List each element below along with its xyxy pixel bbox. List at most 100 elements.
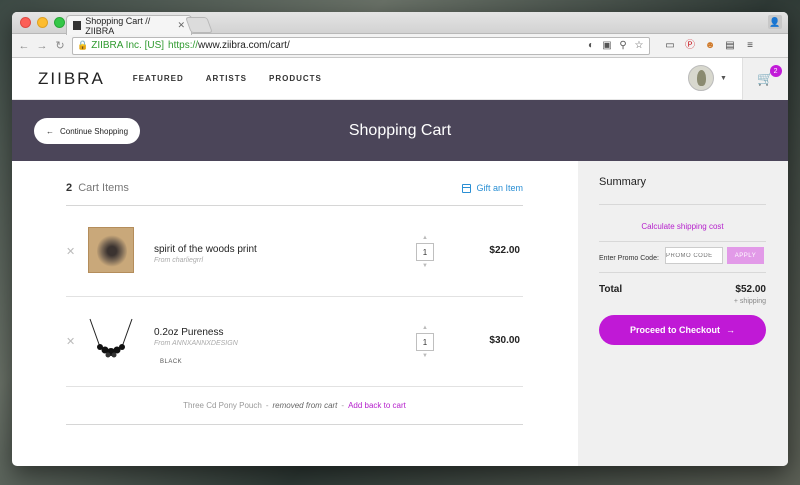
ev-certificate-label: ZIIBRA Inc. [US] — [91, 40, 165, 51]
lock-icon: 🔒 — [77, 40, 89, 50]
quantity-up-icon[interactable]: ▲ — [422, 234, 428, 242]
page-hero: ← Continue Shopping Shopping Cart — [12, 100, 788, 161]
url-path: www.ziibra.com/cart/ — [198, 40, 290, 51]
remove-item-icon[interactable]: ✕ — [66, 335, 75, 348]
item-variant: BLACK — [160, 359, 183, 365]
cart-icon[interactable]: 🛒 2 — [757, 65, 782, 87]
cart-header: 2 Cart Items Gift an Item — [66, 171, 523, 206]
arrow-left-icon: ← — [45, 126, 54, 136]
cart-count-badge: 2 — [769, 65, 782, 77]
browser-tab-strip: Shopping Cart // ZIIBRA ✕ 👤 — [12, 12, 788, 36]
cart-count-number: 2 — [66, 182, 73, 194]
chevron-down-icon[interactable]: ▼ — [720, 75, 727, 82]
search-icon[interactable]: ⚲ — [617, 40, 629, 52]
promo-code-input[interactable] — [665, 247, 723, 264]
cart-count-label: Cart Items — [78, 182, 129, 194]
main-nav: FEATURED ARTISTS PRODUCTS — [133, 74, 322, 83]
item-price: $30.00 — [489, 335, 520, 346]
minimize-window-button[interactable] — [37, 17, 48, 28]
quantity-stepper[interactable]: ▲ 1 ▼ — [416, 234, 434, 270]
removed-item-notice: Three Cd Pony Pouch - removed from cart … — [66, 387, 523, 425]
gift-item-link[interactable]: Gift an Item — [462, 183, 523, 193]
product-thumbnail[interactable] — [88, 317, 134, 363]
page-title: Shopping Cart — [348, 121, 452, 139]
item-title[interactable]: 0.2oz Pureness — [154, 327, 224, 338]
divider — [599, 241, 766, 242]
screen-share-icon[interactable]: ▤ — [724, 40, 736, 52]
proceed-to-checkout-button[interactable]: Proceed to Checkout → — [599, 315, 766, 345]
continue-shopping-label: Continue Shopping — [59, 126, 129, 136]
extension-icon[interactable]: ▣ — [601, 40, 613, 52]
cast-icon[interactable]: ▭ — [664, 40, 676, 52]
reload-icon[interactable]: ↻ — [54, 39, 66, 52]
zoom-window-button[interactable] — [54, 17, 65, 28]
continue-shopping-button[interactable]: ← Continue Shopping — [34, 118, 140, 144]
shipping-note: + shipping — [733, 298, 766, 305]
calculate-shipping-link[interactable]: Calculate shipping cost — [599, 222, 766, 231]
divider — [599, 204, 766, 205]
cart-items-column: 2 Cart Items Gift an Item ✕ spirit of th… — [12, 161, 578, 466]
nav-artists[interactable]: ARTISTS — [206, 74, 247, 83]
cart-count: 2 Cart Items — [66, 182, 129, 194]
profile-icon[interactable]: 👤 — [768, 15, 782, 29]
extension-icons: ▭ Ⓟ ☻ ▤ ≡ — [664, 40, 756, 52]
address-bar[interactable]: 🔒 ZIIBRA Inc. [US] https:// www.ziibra.c… — [72, 36, 650, 55]
removed-separator: - — [265, 401, 269, 410]
gift-calendar-icon — [462, 183, 472, 193]
avatar[interactable] — [688, 65, 714, 91]
pinterest-icon[interactable]: Ⓟ — [684, 40, 696, 52]
total-value: $52.00 — [735, 284, 766, 295]
item-price: $22.00 — [489, 245, 520, 256]
omnibox-icons: ◐ ▣ ⚲ ☆ — [585, 40, 645, 52]
item-artist[interactable]: From ANNXANNXDESIGN — [154, 340, 238, 347]
product-thumbnail[interactable] — [88, 227, 134, 273]
checkout-label: Proceed to Checkout — [629, 325, 721, 335]
user-menu[interactable]: ▼ — [688, 65, 727, 91]
browser-tab-active[interactable]: Shopping Cart // ZIIBRA ✕ — [66, 15, 192, 36]
removed-item-name: Three Cd Pony Pouch — [183, 401, 262, 410]
nav-products[interactable]: PRODUCTS — [269, 74, 322, 83]
browser-window: Shopping Cart // ZIIBRA ✕ 👤 ← → ↻ 🔒 ZIIB… — [12, 12, 788, 466]
gift-item-label: Gift an Item — [476, 183, 523, 193]
extension-icon[interactable]: ◐ — [585, 40, 597, 52]
quantity-down-icon[interactable]: ▼ — [422, 262, 428, 270]
removed-separator: - — [341, 401, 345, 410]
removed-status: removed from cart — [272, 401, 338, 410]
forward-arrow-icon[interactable]: → — [36, 40, 48, 52]
bookmark-star-icon[interactable]: ☆ — [633, 40, 645, 52]
quantity-stepper[interactable]: ▲ 1 ▼ — [416, 324, 434, 360]
nav-featured[interactable]: FEATURED — [133, 74, 184, 83]
quantity-field[interactable]: 1 — [416, 243, 434, 261]
extension-face-icon[interactable]: ☻ — [704, 40, 716, 52]
add-back-to-cart-link[interactable]: Add back to cart — [348, 401, 406, 410]
tab-close-icon[interactable]: ✕ — [177, 20, 185, 31]
favicon-icon — [73, 21, 82, 30]
window-controls — [20, 17, 65, 28]
close-window-button[interactable] — [20, 17, 31, 28]
site-logo[interactable]: ZIIBRA — [38, 69, 105, 89]
back-arrow-icon[interactable]: ← — [18, 40, 30, 52]
quantity-field[interactable]: 1 — [416, 333, 434, 351]
tab-title: Shopping Cart // ZIIBRA — [85, 15, 151, 36]
divider — [599, 272, 766, 273]
browser-toolbar: ← → ↻ 🔒 ZIIBRA Inc. [US] https:// www.zi… — [12, 34, 788, 58]
quantity-down-icon[interactable]: ▼ — [422, 352, 428, 360]
quantity-up-icon[interactable]: ▲ — [422, 324, 428, 332]
promo-code-label: Enter Promo Code: — [599, 255, 659, 262]
cart-item: ✕ 0.2oz Pureness From ANNXANNXDESIGN BLA… — [66, 297, 523, 387]
arrow-right-icon: → — [726, 325, 736, 335]
total-label: Total — [599, 284, 623, 295]
remove-item-icon[interactable]: ✕ — [66, 245, 75, 258]
summary-title: Summary — [599, 176, 647, 188]
menu-icon[interactable]: ≡ — [744, 40, 756, 52]
cart-main: 2 Cart Items Gift an Item ✕ spirit of th… — [12, 161, 788, 466]
apply-promo-button[interactable]: APPLY — [727, 247, 764, 264]
order-summary: Summary Calculate shipping cost Enter Pr… — [578, 161, 788, 466]
item-title[interactable]: spirit of the woods print — [154, 244, 257, 255]
cart-button[interactable]: 🛒 2 — [742, 58, 788, 100]
url-scheme: https:// — [168, 40, 199, 51]
site-header: ZIIBRA FEATURED ARTISTS PRODUCTS ▼ 🛒 2 — [12, 58, 788, 100]
item-artist[interactable]: From charliegrrl — [154, 257, 203, 264]
cart-item: ✕ spirit of the woods print From charlie… — [66, 207, 523, 297]
new-tab-button[interactable] — [185, 17, 213, 33]
